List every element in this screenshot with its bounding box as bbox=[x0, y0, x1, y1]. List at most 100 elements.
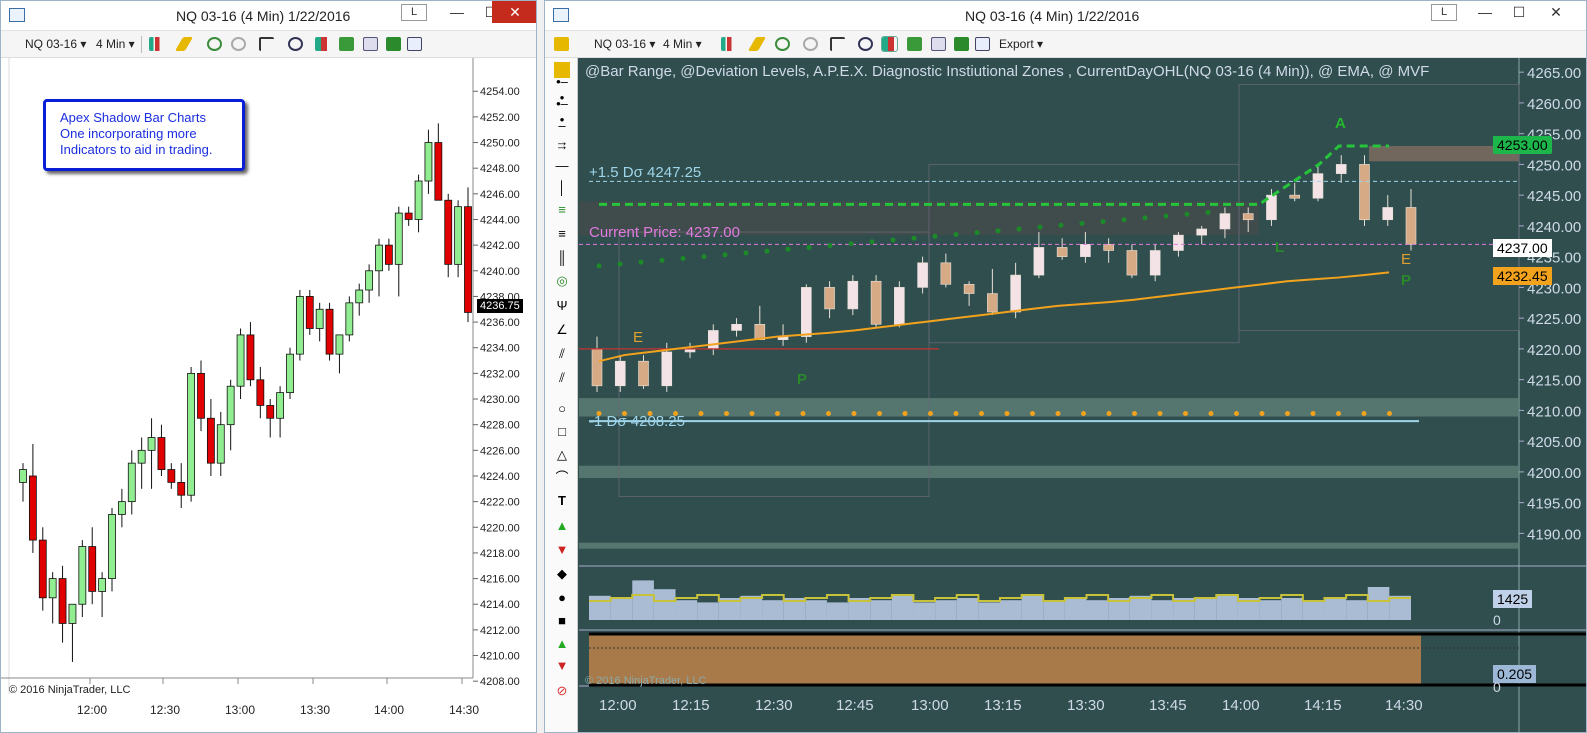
link-button[interactable]: L bbox=[401, 4, 427, 21]
y-tick-label: 4244.00 bbox=[480, 214, 520, 226]
crosshair-icon[interactable] bbox=[207, 37, 222, 51]
diamond-icon[interactable]: ◆ bbox=[554, 566, 570, 582]
annotation-callout[interactable]: Apex Shadow Bar Charts One incorporating… bbox=[43, 99, 245, 171]
maximize-button[interactable]: ☐ bbox=[1503, 1, 1535, 23]
ray-icon[interactable]: ‒→ bbox=[554, 118, 570, 149]
hline-icon[interactable]: — bbox=[554, 158, 570, 174]
link-button[interactable]: L bbox=[1431, 4, 1457, 21]
y-tick-label: 4242.00 bbox=[480, 240, 520, 252]
triangle-down-icon[interactable]: ▼ bbox=[554, 658, 570, 674]
oscillator-zero-label: 0 bbox=[1493, 679, 1501, 695]
chart-icon[interactable] bbox=[363, 37, 378, 51]
marker-a-1: A bbox=[1335, 115, 1346, 132]
chart-style-icon[interactable] bbox=[315, 37, 330, 51]
dollar-icon[interactable] bbox=[386, 37, 401, 51]
y-tick-label: 4234.00 bbox=[480, 343, 520, 355]
close-button[interactable]: ✕ bbox=[492, 1, 536, 23]
signal-dot bbox=[785, 246, 791, 252]
fib-ext-icon[interactable]: ≡ bbox=[554, 226, 570, 242]
instrument-selector[interactable]: NQ 03-16 ▾ bbox=[594, 37, 655, 51]
volume-bar bbox=[826, 602, 849, 620]
close-button[interactable]: ✕ bbox=[1540, 1, 1572, 23]
data-box-icon[interactable] bbox=[975, 37, 990, 51]
arrow-up-icon[interactable]: ▲ bbox=[554, 518, 570, 534]
dot-line-icon[interactable]: •‒• bbox=[554, 74, 570, 105]
volume-bar bbox=[589, 595, 611, 620]
volume-bar bbox=[675, 600, 698, 620]
signal-dot bbox=[596, 263, 602, 269]
volume-bar bbox=[1000, 600, 1022, 620]
pointer-icon[interactable] bbox=[259, 37, 274, 51]
support-dot bbox=[1106, 410, 1112, 416]
channel-icon[interactable]: ⫽ bbox=[554, 370, 570, 386]
interval-selector[interactable]: 4 Min ▾ bbox=[663, 37, 702, 51]
drawing-toggle-icon[interactable] bbox=[554, 37, 569, 51]
support-dot bbox=[1030, 410, 1035, 416]
pin-icon[interactable] bbox=[803, 37, 818, 51]
vline-icon[interactable]: │ bbox=[554, 180, 570, 196]
gann-fan-icon[interactable]: ∠ bbox=[554, 322, 570, 338]
regression-icon[interactable]: ⫽ bbox=[554, 346, 570, 362]
support-dot bbox=[1055, 410, 1061, 416]
bars-icon[interactable] bbox=[721, 37, 736, 51]
candle-body bbox=[276, 392, 285, 419]
x-tick-label: 13:30 bbox=[1067, 697, 1105, 714]
signal-dot bbox=[659, 257, 665, 263]
candle-body bbox=[1405, 207, 1417, 245]
pitchfork-icon[interactable]: Ψ bbox=[554, 298, 570, 314]
arc-icon[interactable]: ⌒ bbox=[554, 470, 570, 486]
crosshair-icon[interactable] bbox=[775, 37, 790, 51]
candle-body bbox=[638, 360, 649, 387]
zoom-icon[interactable] bbox=[288, 37, 303, 51]
fib-retrace-icon[interactable]: ≡ bbox=[554, 202, 570, 218]
volume-bar bbox=[1324, 598, 1347, 620]
arrow-down-icon[interactable]: ▼ bbox=[554, 542, 570, 558]
pencil-icon[interactable] bbox=[174, 37, 194, 51]
candle-body bbox=[1382, 207, 1394, 221]
interval-selector[interactable]: 4 Min ▾ bbox=[96, 37, 135, 51]
candle-body bbox=[731, 323, 742, 331]
volume-box: 1425 bbox=[1493, 590, 1533, 608]
triangle-icon[interactable]: △ bbox=[554, 447, 570, 463]
rectangle-icon[interactable]: □ bbox=[554, 424, 570, 440]
pin-icon[interactable] bbox=[231, 37, 246, 51]
volume-bar bbox=[740, 595, 763, 620]
left-window-title: NQ 03-16 (4 Min) 1/22/2016 bbox=[176, 8, 351, 24]
zoom-icon[interactable] bbox=[858, 37, 873, 51]
right-price-chart[interactable]: 4265.00 4260.00 4255.00 4250.00 4245.00 4240.… bbox=[579, 58, 1586, 732]
y-tick-label: 4248.00 bbox=[480, 163, 520, 175]
y-tick-label: 4210.00 bbox=[1527, 403, 1581, 420]
y-tick-label: 4215.00 bbox=[1527, 373, 1581, 390]
volume-bar bbox=[1281, 598, 1303, 620]
fib-time-icon[interactable]: ║ bbox=[554, 250, 570, 266]
fib-circle-icon[interactable]: ◎ bbox=[554, 273, 570, 289]
horizontal-line-icon[interactable]: → bbox=[554, 138, 570, 154]
candle-body bbox=[157, 437, 166, 470]
properties-icon[interactable] bbox=[339, 37, 354, 51]
chart-style-icon[interactable] bbox=[881, 36, 898, 52]
minimize-button[interactable]: — bbox=[441, 1, 473, 23]
square-icon[interactable]: ■ bbox=[554, 613, 570, 629]
pencil-icon[interactable] bbox=[747, 37, 767, 51]
y-tick-label: 4228.00 bbox=[480, 420, 520, 432]
dot-line-2-icon[interactable]: •‒• bbox=[554, 96, 570, 127]
export-menu[interactable]: Export ▾ bbox=[999, 37, 1043, 51]
support-dot bbox=[979, 410, 984, 416]
properties-icon[interactable] bbox=[907, 37, 922, 51]
dollar-icon[interactable] bbox=[954, 37, 969, 51]
price-box-ema: 4232.45 bbox=[1493, 267, 1552, 285]
dot-icon[interactable]: ● bbox=[554, 590, 570, 606]
candle-body bbox=[1149, 250, 1161, 276]
data-box-icon[interactable] bbox=[407, 37, 422, 51]
bars-icon[interactable] bbox=[149, 37, 164, 51]
candle-body bbox=[801, 287, 812, 337]
support-dot bbox=[724, 410, 729, 416]
minimize-button[interactable]: — bbox=[1469, 1, 1501, 23]
remove-drawings-icon[interactable]: ⊘ bbox=[554, 683, 570, 699]
move-icon[interactable] bbox=[830, 37, 845, 51]
ellipse-icon[interactable]: ○ bbox=[554, 401, 570, 417]
text-icon[interactable]: T bbox=[554, 493, 570, 509]
triangle-up-icon[interactable]: ▲ bbox=[554, 636, 570, 652]
chart-icon[interactable] bbox=[931, 37, 946, 51]
instrument-selector[interactable]: NQ 03-16 ▾ bbox=[25, 37, 86, 51]
